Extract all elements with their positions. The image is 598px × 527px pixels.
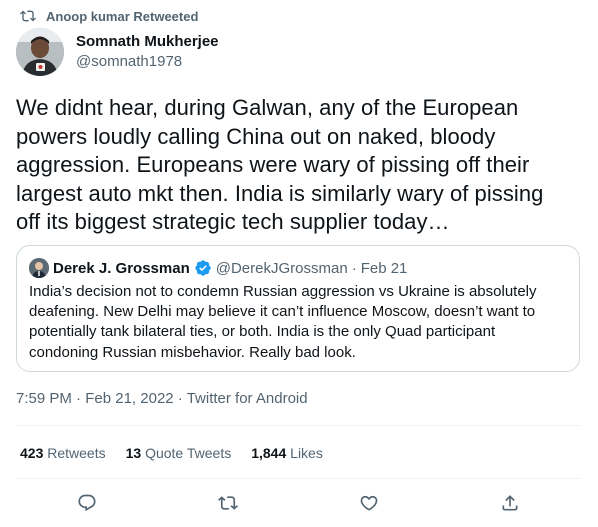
quote-line: deafening. New Delhi may believe it can’… <box>29 303 536 321</box>
quote-line: India’s decision not to condemn Russian … <box>29 283 537 300</box>
author-name[interactable]: Somnath Mukherjee <box>76 33 219 50</box>
retweet-context-text: Anoop kumar Retweeted <box>46 8 199 24</box>
retweet-icon <box>218 496 238 510</box>
tweet-text: We didnt hear, during Galwan, any of the… <box>16 94 584 237</box>
tweet-line: powers loudly calling China out on naked… <box>16 123 496 149</box>
retweets-count: 423 <box>20 445 44 461</box>
quote-header: Derek J. Grossman @DerekJGrossman · Feb … <box>29 258 407 278</box>
tweet-timestamp[interactable]: 7:59 PM · Feb 21, 2022 · Twitter for And… <box>16 390 308 407</box>
tweet-line: We didnt hear, during Galwan, any of the… <box>16 95 519 120</box>
quote-tweets-count: 13 <box>125 445 142 461</box>
verified-badge-icon <box>195 260 211 276</box>
retweet-context[interactable]: Anoop kumar Retweeted <box>20 7 198 25</box>
quote-text: India’s decision not to condemn Russian … <box>29 282 569 363</box>
timestamp-date: Feb 21, 2022 <box>85 390 174 407</box>
like-button[interactable] <box>352 486 386 520</box>
like-icon <box>360 495 378 511</box>
likes-count: 1,844 <box>251 445 287 461</box>
quote-tweet-card[interactable]: Derek J. Grossman @DerekJGrossman · Feb … <box>16 245 580 372</box>
tweet-line: aggression. Europeans were wary of pissi… <box>16 152 530 177</box>
author-avatar[interactable] <box>16 28 64 76</box>
share-icon <box>502 495 518 511</box>
quote-author-handle: @DerekJGrossman <box>215 259 348 277</box>
tweet-line: off its biggest strategic tech supplier … <box>16 209 450 234</box>
quote-author-avatar <box>29 258 49 278</box>
timestamp-separator: · <box>76 390 82 407</box>
quote-author-name: Derek J. Grossman <box>53 259 190 277</box>
retweets-stat[interactable]: 423 Retweets <box>20 445 106 461</box>
likes-stat[interactable]: 1,844 Likes <box>251 445 323 461</box>
divider <box>16 425 582 426</box>
reply-icon <box>78 494 96 512</box>
divider <box>16 478 582 479</box>
tweet-source: Twitter for Android <box>186 390 308 407</box>
retweets-label: Retweets <box>47 445 106 461</box>
share-button[interactable] <box>493 486 527 520</box>
likes-label: Likes <box>290 445 323 461</box>
retweet-button[interactable] <box>211 486 245 520</box>
quote-tweets-label: Quote Tweets <box>145 445 232 461</box>
reply-button[interactable] <box>70 486 104 520</box>
quote-line: condoning Russian misbehavior. Really ba… <box>29 343 356 361</box>
avatar-image <box>16 28 64 76</box>
author-handle[interactable]: @somnath1978 <box>76 53 182 70</box>
timestamp-separator: · <box>177 390 183 407</box>
engagement-stats: 423 Retweets 13 Quote Tweets 1,844 Likes <box>20 443 343 463</box>
tweet-line: largest auto mkt then. India is similarl… <box>16 180 544 206</box>
quote-meta-separator: · <box>351 259 357 277</box>
retweet-context-icon <box>20 10 36 22</box>
timestamp-time: 7:59 PM <box>16 390 72 407</box>
quote-line: potentially tank bilateral ties, or both… <box>29 323 496 341</box>
quote-date: Feb 21 <box>360 259 408 277</box>
quote-tweets-stat[interactable]: 13 Quote Tweets <box>126 445 232 461</box>
